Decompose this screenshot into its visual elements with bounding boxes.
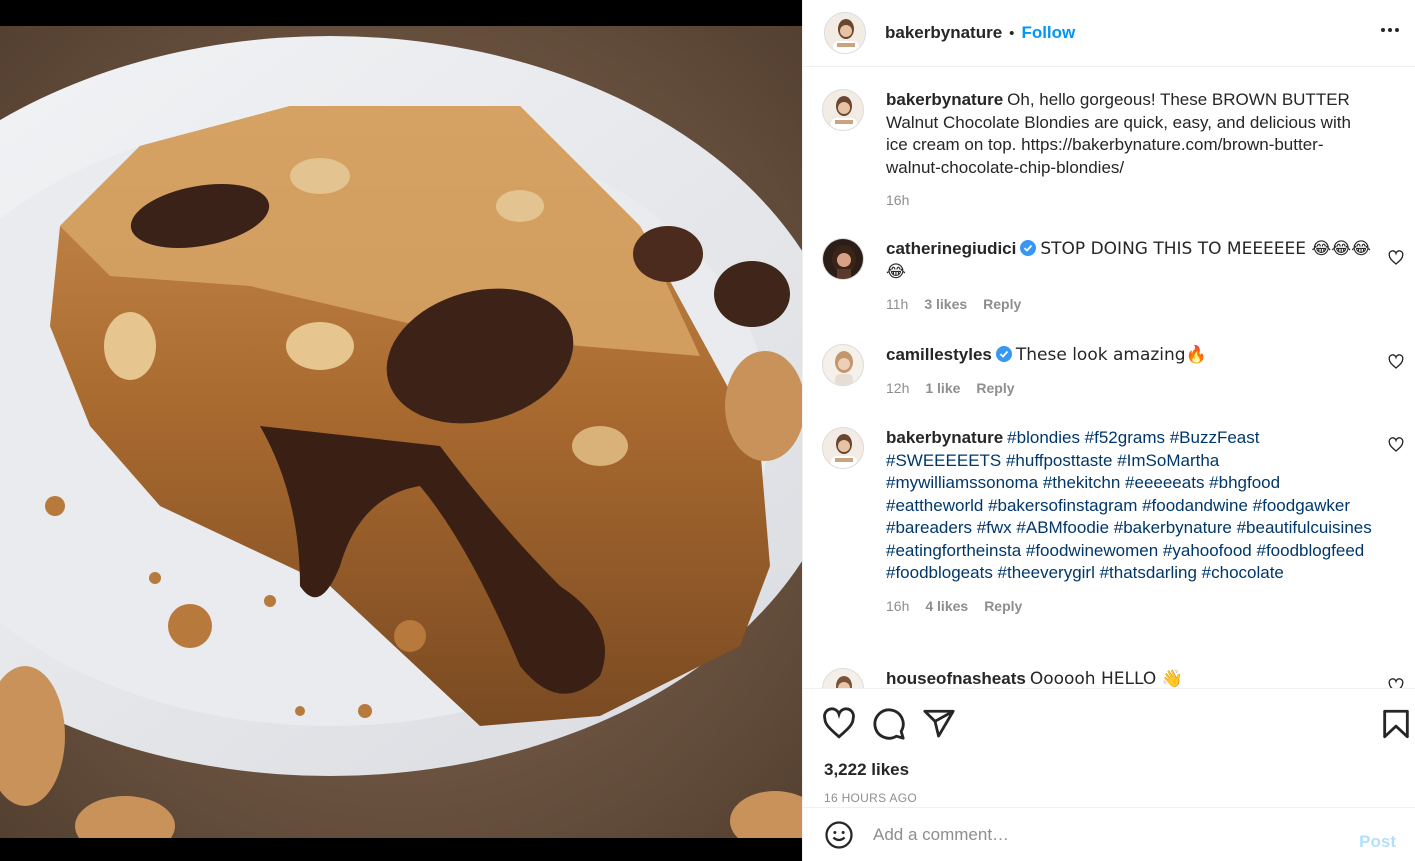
comment-input[interactable]: Add a comment… bbox=[873, 825, 1415, 845]
reply-button[interactable]: Reply bbox=[976, 377, 1014, 400]
avatar-image bbox=[823, 345, 863, 385]
emoji-icon[interactable] bbox=[824, 820, 854, 850]
comment-body: camillestyles These look amazing🔥 12h 1 l… bbox=[886, 344, 1376, 399]
comment-likes[interactable]: 1 like bbox=[925, 377, 960, 400]
avatar-image bbox=[823, 669, 863, 688]
bookmark-icon[interactable] bbox=[1379, 707, 1413, 741]
post-side-panel: bakerbynature • Follow bakerbynature Oh,… bbox=[802, 0, 1415, 861]
comment-username[interactable]: houseofnasheats bbox=[886, 669, 1026, 688]
verified-badge-icon bbox=[1020, 240, 1037, 256]
reply-button[interactable]: Reply bbox=[984, 595, 1022, 618]
post-photo[interactable] bbox=[0, 26, 802, 838]
post-comment-button[interactable]: Post bbox=[1359, 832, 1396, 852]
comment-body: houseofnasheats Oooooh HELLO 👋 bbox=[886, 668, 1376, 688]
avatar-image bbox=[823, 239, 863, 279]
caption-time[interactable]: 16h bbox=[886, 189, 909, 212]
comment-time[interactable]: 11h bbox=[886, 293, 908, 316]
comment-likes[interactable]: 3 likes bbox=[924, 293, 967, 316]
comment-likes[interactable]: 4 likes bbox=[925, 595, 968, 618]
post-header: bakerbynature • Follow bbox=[803, 0, 1415, 67]
avatar[interactable] bbox=[822, 344, 864, 386]
like-comment-heart-icon[interactable] bbox=[1388, 678, 1404, 688]
avatar[interactable] bbox=[822, 89, 864, 131]
like-comment-heart-icon[interactable] bbox=[1388, 437, 1404, 453]
comment-body: bakerbynature #blondies #f52grams #BuzzFe… bbox=[886, 427, 1376, 617]
instagram-post-modal: bakerbynature • Follow bakerbynature Oh,… bbox=[0, 0, 1415, 861]
share-icon[interactable] bbox=[922, 707, 956, 741]
separator-dot: • bbox=[1009, 24, 1015, 42]
post-actions: 3,222 likes 16 HOURS AGO bbox=[803, 688, 1415, 808]
blondie-photo-illustration bbox=[0, 26, 802, 838]
avatar-image bbox=[823, 428, 863, 468]
avatar[interactable] bbox=[822, 668, 864, 688]
comment-time[interactable]: 12h bbox=[886, 377, 909, 400]
add-comment-bar: Add a comment… Post bbox=[803, 807, 1415, 861]
avatar-image bbox=[823, 90, 863, 130]
verified-badge-icon bbox=[995, 346, 1012, 362]
comment-time[interactable]: 16h bbox=[886, 595, 909, 618]
more-options-icon[interactable] bbox=[1376, 18, 1404, 42]
post-timestamp[interactable]: 16 HOURS AGO bbox=[824, 791, 917, 805]
comment-username[interactable]: bakerbynature bbox=[886, 428, 1003, 447]
comment-text: These look amazing🔥 bbox=[1015, 345, 1207, 365]
avatar-image bbox=[825, 13, 865, 53]
like-comment-heart-icon[interactable] bbox=[1388, 354, 1404, 370]
hashtag-list[interactable]: #blondies #f52grams #BuzzFeast #SWEEEEET… bbox=[886, 428, 1372, 582]
avatar[interactable] bbox=[822, 238, 864, 280]
reply-button[interactable]: Reply bbox=[983, 293, 1021, 316]
username-link[interactable]: bakerbynature bbox=[885, 23, 1002, 43]
avatar[interactable] bbox=[824, 12, 866, 54]
comment-icon[interactable] bbox=[872, 707, 906, 741]
avatar[interactable] bbox=[822, 427, 864, 469]
comment-text: Oooooh HELLO 👋 bbox=[1029, 669, 1183, 688]
comments-list[interactable]: bakerbynature Oh, hello gorgeous! These B… bbox=[803, 68, 1415, 688]
caption-body: bakerbynature Oh, hello gorgeous! These B… bbox=[886, 89, 1376, 212]
likes-count[interactable]: 3,222 likes bbox=[824, 760, 909, 780]
caption-username[interactable]: bakerbynature bbox=[886, 90, 1003, 109]
like-comment-heart-icon[interactable] bbox=[1388, 250, 1404, 266]
comment-username[interactable]: camillestyles bbox=[886, 345, 992, 364]
comment-username[interactable]: catherinegiudici bbox=[886, 239, 1016, 258]
follow-button[interactable]: Follow bbox=[1021, 23, 1075, 43]
heart-icon[interactable] bbox=[822, 707, 856, 741]
comment-body: catherinegiudici STOP DOING THIS TO MEEEE… bbox=[886, 238, 1376, 316]
